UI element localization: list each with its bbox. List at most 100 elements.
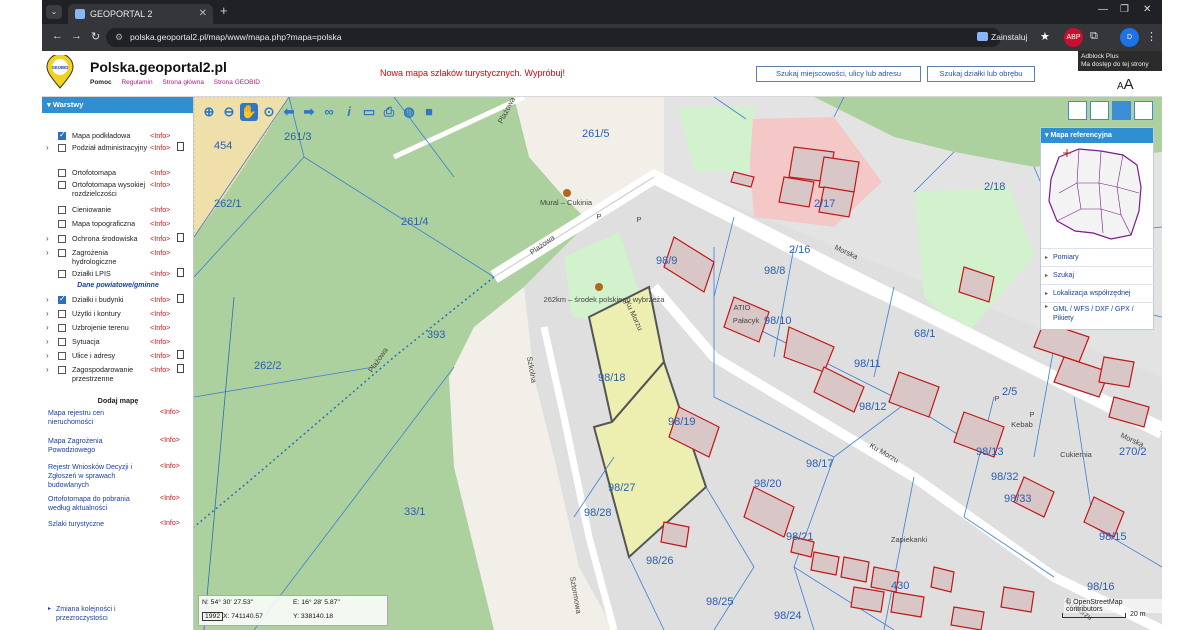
layer-checkbox[interactable] bbox=[58, 206, 66, 214]
poi-label[interactable]: Zapiekanki bbox=[891, 535, 928, 544]
poi-label[interactable]: Kebab bbox=[1011, 420, 1033, 429]
layer-checkbox[interactable] bbox=[58, 352, 66, 360]
parcel-number-label[interactable]: 98/19 bbox=[668, 416, 696, 428]
layer-checkbox[interactable] bbox=[58, 235, 66, 243]
layer-checkbox[interactable] bbox=[58, 220, 66, 228]
add-map-link[interactable]: Mapa rejestru cen nieruchomości bbox=[48, 409, 148, 427]
parcel-number-label[interactable]: 98/17 bbox=[806, 458, 834, 470]
zoom-out-icon[interactable]: ⊖ bbox=[220, 103, 238, 121]
poi-label[interactable]: Mural – Cukinia bbox=[540, 198, 593, 207]
legend-document-icon[interactable] bbox=[177, 364, 184, 373]
layout-right-icon[interactable] bbox=[1134, 101, 1153, 120]
layer-info-link[interactable]: <Info> bbox=[150, 248, 170, 257]
layer-checkbox[interactable] bbox=[58, 324, 66, 332]
layer-info-link[interactable]: <Info> bbox=[150, 205, 170, 214]
legend-document-icon[interactable] bbox=[177, 294, 184, 303]
layer-info-link[interactable]: <Info> bbox=[150, 131, 170, 140]
expand-chevron-icon[interactable]: › bbox=[46, 248, 49, 257]
layer-info-link[interactable]: <Info> bbox=[150, 337, 170, 346]
close-window-button[interactable]: ✕ bbox=[1143, 4, 1151, 15]
parcel-number-label[interactable]: 98/12 bbox=[859, 401, 887, 413]
layout-panel-icon[interactable] bbox=[1112, 101, 1131, 120]
add-map-info-link[interactable]: <Info> bbox=[160, 409, 180, 416]
search-parcel-button[interactable]: Szukaj działki lub obrębu bbox=[927, 66, 1035, 82]
link-strona-glowna[interactable]: Strona główna bbox=[162, 79, 204, 86]
ref-panel-row[interactable]: ▸ Lokalizacja współrzędnej bbox=[1041, 284, 1155, 302]
next-view-icon[interactable]: ➡ bbox=[300, 103, 318, 121]
order-transparency-link[interactable]: ▸ Zmiana kolejności i przezroczystości bbox=[48, 605, 168, 623]
poi-label[interactable]: ATIO bbox=[734, 303, 751, 312]
expand-chevron-icon[interactable]: › bbox=[46, 351, 49, 360]
print-icon[interactable]: ⎙ bbox=[380, 103, 398, 121]
adblock-plus-icon[interactable]: ABP bbox=[1064, 28, 1083, 47]
poi-label[interactable]: Pałacyk bbox=[733, 316, 760, 325]
parcel-number-label[interactable]: 261/4 bbox=[401, 216, 429, 228]
expand-chevron-icon[interactable]: › bbox=[46, 143, 49, 152]
layer-info-link[interactable]: <Info> bbox=[150, 351, 170, 360]
parcel-number-label[interactable]: 98/13 bbox=[976, 446, 1004, 458]
ref-panel-row[interactable]: ▸ Pomiary bbox=[1041, 248, 1155, 266]
video-camera-icon[interactable]: ■ bbox=[420, 103, 438, 121]
layers-header[interactable]: ▾ Warstwy bbox=[42, 97, 193, 113]
parcel-number-label[interactable]: 2/5 bbox=[1002, 386, 1017, 398]
expand-chevron-icon[interactable]: › bbox=[46, 309, 49, 318]
add-map-link[interactable]: Szlaki turystyczne bbox=[48, 520, 148, 529]
ref-panel-header[interactable]: ▾ Mapa referencyjna bbox=[1041, 128, 1153, 143]
layer-checkbox[interactable] bbox=[58, 181, 66, 189]
layer-info-link[interactable]: <Info> bbox=[150, 143, 170, 152]
parcel-number-label[interactable]: 261/3 bbox=[284, 131, 312, 143]
profile-avatar[interactable]: D bbox=[1120, 28, 1139, 47]
add-map-link[interactable]: Mapa Zagrożenia Powodziowego bbox=[48, 437, 148, 455]
link-icon[interactable]: ∞ bbox=[320, 103, 338, 121]
layer-info-link[interactable]: <Info> bbox=[150, 168, 170, 177]
new-tab-button[interactable]: + bbox=[220, 3, 228, 18]
font-size-toggle[interactable]: AA bbox=[1117, 76, 1134, 93]
tab-search-button[interactable]: ⌄ bbox=[46, 5, 62, 19]
back-arrow-icon[interactable]: ← bbox=[52, 30, 63, 42]
site-title[interactable]: Polska.geoportal2.pl bbox=[90, 59, 227, 75]
parcel-number-label[interactable]: 261/5 bbox=[582, 128, 610, 140]
zoom-extent-icon[interactable]: ⊙ bbox=[260, 103, 278, 121]
restore-button[interactable]: ❐ bbox=[1120, 4, 1129, 15]
zoom-in-icon[interactable]: ⊕ bbox=[200, 103, 218, 121]
parcel-number-label[interactable]: 98/15 bbox=[1099, 531, 1127, 543]
expand-chevron-icon[interactable]: › bbox=[46, 295, 49, 304]
link-pomoc[interactable]: Pomoc bbox=[90, 79, 112, 86]
add-map-info-link[interactable]: <Info> bbox=[160, 495, 180, 502]
expand-chevron-icon[interactable]: › bbox=[46, 234, 49, 243]
add-map-link[interactable]: Rejestr Wniosków Decyzji i Zgłoszeń w sp… bbox=[48, 463, 148, 490]
parcel-number-label[interactable]: 98/18 bbox=[598, 372, 626, 384]
ref-panel-row[interactable]: ▸ Szukaj bbox=[1041, 266, 1155, 284]
layer-info-link[interactable]: <Info> bbox=[150, 234, 170, 243]
pan-hand-icon[interactable]: ✋ bbox=[240, 103, 258, 121]
globe-icon[interactable]: ◍ bbox=[400, 103, 418, 121]
add-map-info-link[interactable]: <Info> bbox=[160, 520, 180, 527]
parcel-number-label[interactable]: 98/32 bbox=[991, 471, 1019, 483]
add-map-info-link[interactable]: <Info> bbox=[160, 463, 180, 470]
parcel-number-label[interactable]: 2/16 bbox=[789, 244, 810, 256]
parcel-number-label[interactable]: 262/1 bbox=[214, 198, 242, 210]
legend-document-icon[interactable] bbox=[177, 268, 184, 277]
expand-chevron-icon[interactable]: › bbox=[46, 365, 49, 374]
layer-info-link[interactable]: <Info> bbox=[150, 269, 170, 278]
minimize-button[interactable]: — bbox=[1098, 4, 1108, 15]
browser-menu-icon[interactable]: ⋮ bbox=[1146, 30, 1157, 43]
previous-view-icon[interactable]: ⬅ bbox=[280, 103, 298, 121]
geobid-logo[interactable]: GEOBID bbox=[45, 55, 75, 89]
layer-checkbox[interactable] bbox=[58, 310, 66, 318]
parcel-number-label[interactable]: 98/11 bbox=[854, 358, 881, 370]
parcel-number-label[interactable]: 430 bbox=[891, 580, 909, 592]
measure-ruler-icon[interactable]: ▭ bbox=[360, 103, 378, 121]
legend-document-icon[interactable] bbox=[177, 233, 184, 242]
parcel-number-label[interactable]: 98/8 bbox=[764, 265, 785, 277]
parcel-number-label[interactable]: 98/24 bbox=[774, 610, 802, 622]
parcel-number-label[interactable]: 98/28 bbox=[584, 507, 612, 519]
layer-info-link[interactable]: <Info> bbox=[150, 219, 170, 228]
layer-checkbox[interactable] bbox=[58, 249, 66, 257]
legend-document-icon[interactable] bbox=[177, 350, 184, 359]
layer-info-link[interactable]: <Info> bbox=[150, 309, 170, 318]
layer-checkbox[interactable] bbox=[58, 130, 66, 140]
parcel-number-label[interactable]: 33/1 bbox=[404, 506, 425, 518]
parcel-number-label[interactable]: 98/33 bbox=[1004, 493, 1032, 505]
layer-checkbox[interactable] bbox=[58, 169, 66, 177]
